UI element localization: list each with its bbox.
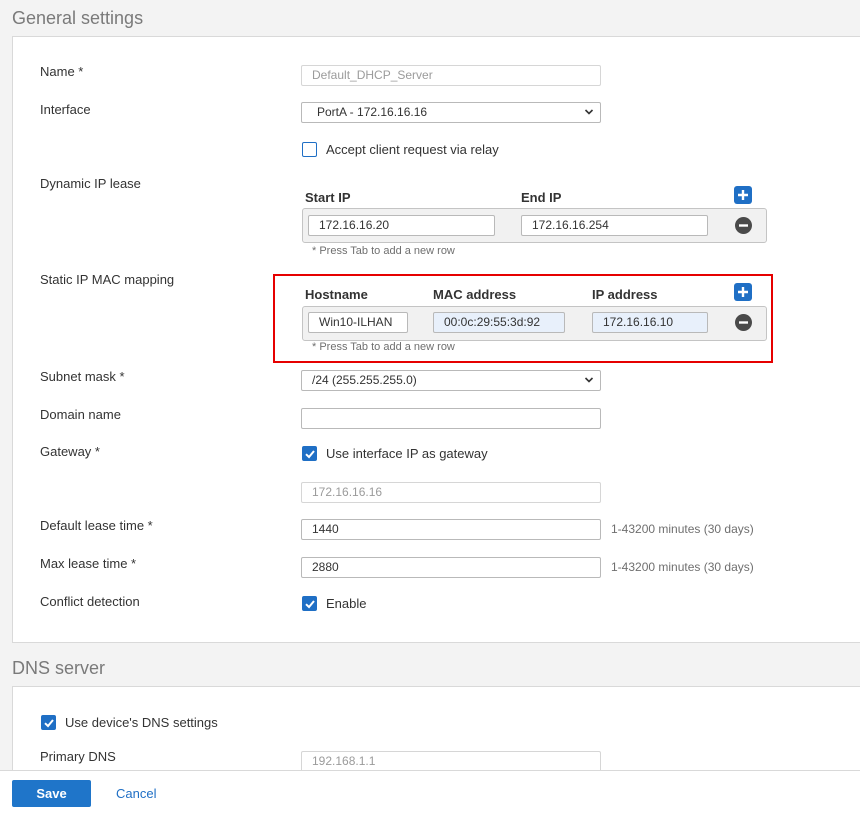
minus-icon [739,224,748,227]
conflict-detection-checkbox[interactable] [302,596,317,611]
footer-bar: Save Cancel [0,770,860,814]
hostname-header: Hostname [305,287,368,302]
add-static-row-button[interactable] [734,283,752,301]
plus-icon [738,190,748,200]
add-dynamic-row-button[interactable] [734,186,752,204]
ip-address-input[interactable]: 172.16.16.10 [592,312,708,333]
dns-server-title: DNS server [12,658,106,678]
primary-dns-label: Primary DNS [40,749,116,764]
dynamic-ip-lease-label: Dynamic IP lease [40,176,141,191]
dynamic-hint: * Press Tab to add a new row [312,245,455,257]
default-lease-range: 1-43200 minutes (30 days) [611,522,754,536]
general-settings-title: General settings [12,8,144,28]
checkmark-icon [305,450,315,459]
static-hint: * Press Tab to add a new row [312,341,455,353]
max-lease-label: Max lease time * [40,556,137,571]
interface-select-value: PortA - 172.16.16.16 [317,105,428,119]
checkmark-icon [44,719,54,728]
static-mapping-label: Static IP MAC mapping [40,272,175,287]
save-button[interactable]: Save [12,780,91,807]
end-ip-header: End IP [521,190,562,205]
relay-checkbox[interactable] [302,142,317,157]
name-field[interactable]: Default_DHCP_Server [301,65,601,86]
end-ip-input[interactable]: 172.16.16.254 [521,215,708,236]
use-device-dns-checkbox[interactable] [41,715,56,730]
gateway-label: Gateway * [40,444,100,459]
plus-icon [738,287,748,297]
start-ip-input[interactable]: 172.16.16.20 [308,215,495,236]
relay-label: Accept client request via relay [326,142,499,157]
cancel-button[interactable]: Cancel [116,780,156,807]
use-device-dns-label: Use device's DNS settings [65,715,218,730]
domain-name-input[interactable] [301,408,601,429]
chevron-down-icon [584,377,594,383]
remove-static-row-button[interactable] [735,314,752,331]
remove-dynamic-row-button[interactable] [735,217,752,234]
max-lease-input[interactable]: 2880 [301,557,601,578]
subnet-mask-select[interactable]: /24 (255.255.255.0) [301,370,601,391]
interface-label: Interface [40,102,91,117]
minus-icon [739,321,748,324]
subnet-mask-value: /24 (255.255.255.0) [312,373,417,387]
chevron-down-icon [584,109,594,115]
domain-name-label: Domain name [40,407,121,422]
hostname-input[interactable]: Win10-ILHAN [308,312,408,333]
checkmark-icon [305,600,315,609]
name-label: Name * [40,64,84,79]
conflict-detection-checkbox-label: Enable [326,596,367,611]
subnet-mask-label: Subnet mask * [40,369,125,384]
interface-select[interactable]: PortA - 172.16.16.16 [301,102,601,123]
start-ip-header: Start IP [305,190,351,205]
max-lease-range: 1-43200 minutes (30 days) [611,560,754,574]
mac-address-header: MAC address [433,287,517,302]
mac-address-input[interactable]: 00:0c:29:55:3d:92 [433,312,565,333]
gateway-checkbox[interactable] [302,446,317,461]
primary-dns-input[interactable]: 192.168.1.1 [301,751,601,772]
conflict-detection-label: Conflict detection [40,594,140,609]
gateway-checkbox-label: Use interface IP as gateway [326,446,488,461]
gateway-input[interactable]: 172.16.16.16 [301,482,601,503]
default-lease-input[interactable]: 1440 [301,519,601,540]
default-lease-label: Default lease time * [40,518,153,533]
ip-address-header: IP address [592,287,658,302]
